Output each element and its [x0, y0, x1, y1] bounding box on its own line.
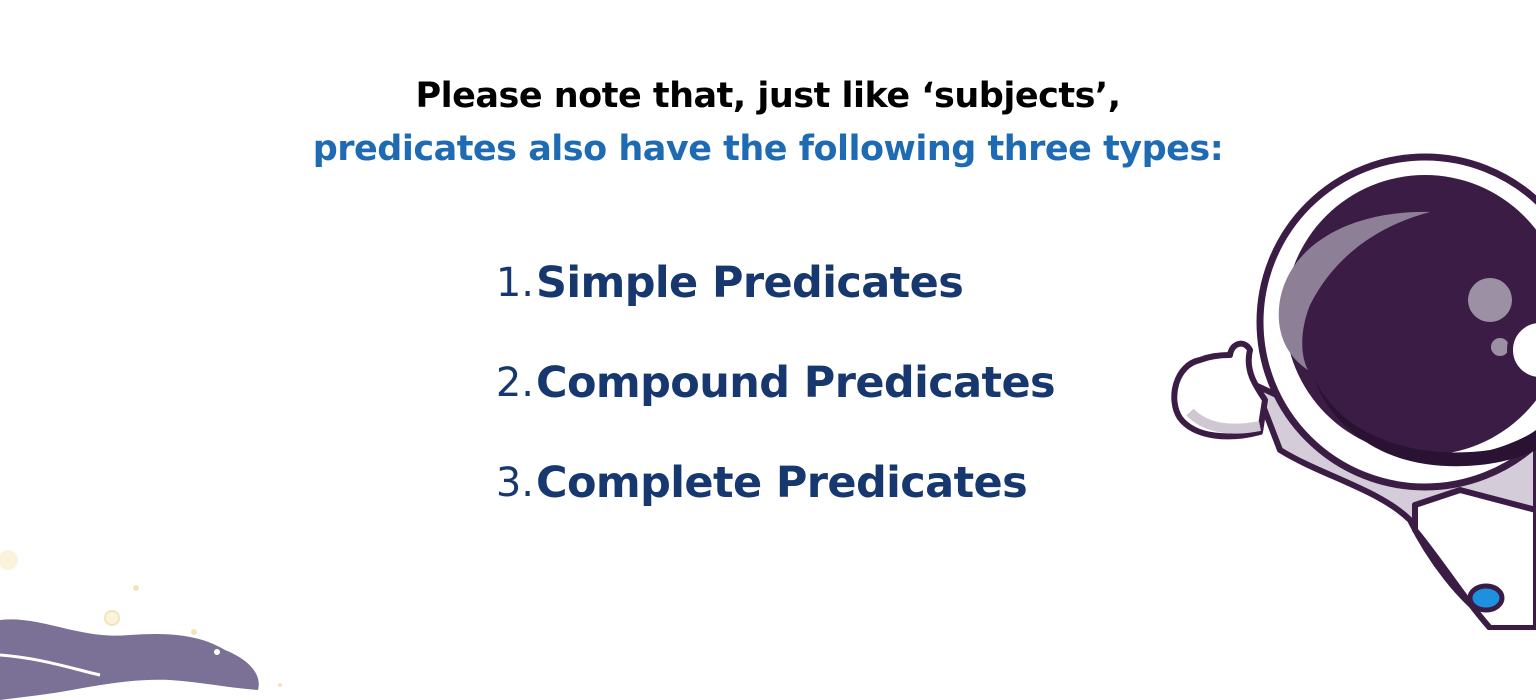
list-item-label: Complete Predicates: [536, 458, 1028, 508]
list-item-number: 2.: [495, 360, 534, 406]
astronaut-illustration: [1171, 153, 1536, 630]
list-item-number: 3.: [495, 460, 534, 506]
list-item-label: Simple Predicates: [536, 258, 964, 308]
thruster-icon: [1467, 583, 1505, 613]
heading-line-1: Please note that, just like ‘subjects’,: [415, 76, 1121, 116]
planet-illustration: [0, 550, 282, 700]
list-item-label: Compound Predicates: [536, 358, 1056, 408]
list-item-number: 1.: [495, 260, 534, 306]
